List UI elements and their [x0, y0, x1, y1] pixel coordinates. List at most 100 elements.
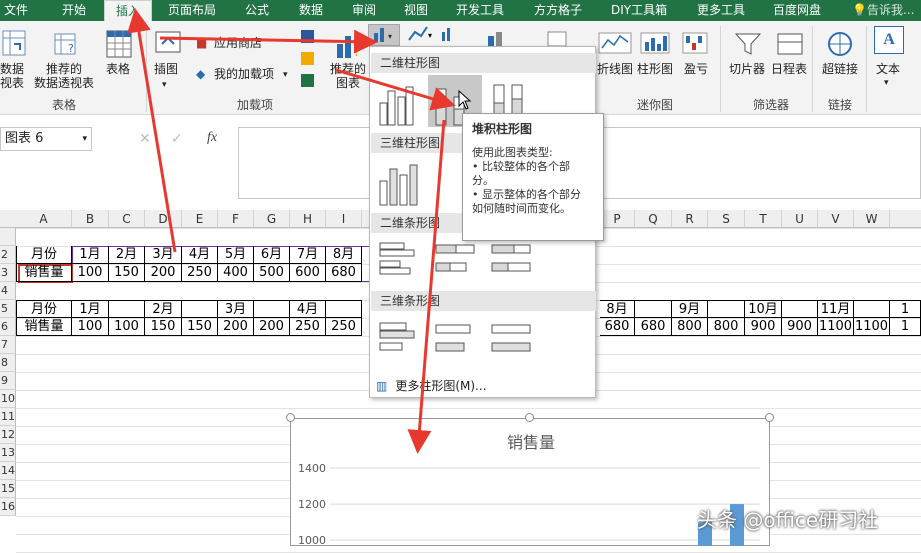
timeline-label[interactable]: 日程表 — [771, 62, 807, 76]
enter-check-icon[interactable]: ✓ — [171, 131, 183, 147]
table2-sales-cell[interactable]: 900 — [745, 318, 782, 336]
table2-sales-cell[interactable]: 800 — [708, 318, 745, 336]
table1-sales-cell[interactable]: 250 — [182, 264, 218, 282]
tab-home[interactable]: 开始 — [62, 0, 86, 21]
table2-sales-cell[interactable]: 1100 — [854, 318, 890, 336]
row-header[interactable]: 2 — [0, 246, 16, 264]
chevron-down-icon[interactable]: ▾ — [82, 128, 87, 150]
row-header[interactable]: 3 — [0, 264, 16, 282]
insert-function-icon[interactable]: fx — [207, 130, 217, 146]
row-header[interactable]: 16 — [0, 498, 16, 516]
row-header[interactable]: 13 — [0, 444, 16, 462]
table2-sales-cell[interactable]: 150 — [145, 318, 182, 336]
table2-sales-cell[interactable]: 200 — [254, 318, 290, 336]
tab-more-tools[interactable]: 更多工具 — [697, 0, 745, 21]
cancel-icon[interactable]: ✕ — [139, 131, 151, 147]
sparkline-winloss-label[interactable]: 盈亏 — [684, 62, 708, 76]
rec-pivot-label-1[interactable]: 推荐的 — [46, 62, 82, 76]
table1-month-cell[interactable]: 4月 — [182, 246, 218, 264]
table2-month-cell[interactable]: 1 — [890, 300, 921, 318]
slicer-icon[interactable] — [734, 30, 762, 58]
row-header[interactable]: 8 — [0, 354, 16, 372]
slicer-label[interactable]: 切片器 — [729, 62, 765, 76]
illustration-icon[interactable] — [154, 28, 182, 56]
table1-month-cell[interactable]: 月份 — [16, 246, 72, 264]
tab-insert[interactable]: 插入 — [104, 0, 152, 21]
column-header[interactable]: F — [218, 210, 254, 228]
table2-month-cell[interactable] — [326, 300, 362, 318]
table-icon[interactable] — [106, 30, 132, 58]
sparkline-line-label[interactable]: 折线图 — [597, 62, 633, 76]
column-header[interactable]: B — [72, 210, 109, 228]
table2-sales-cell[interactable]: 1 — [890, 318, 921, 336]
row-header[interactable] — [0, 228, 16, 246]
column-chart-button[interactable]: ▾ — [368, 24, 400, 46]
tab-review[interactable]: 审阅 — [352, 0, 376, 21]
tab-baidu-disk[interactable]: 百度网盘 — [773, 0, 821, 21]
table2-month-cell[interactable] — [635, 300, 672, 318]
table1-month-cell[interactable]: 2月 — [109, 246, 145, 264]
table2-sales-cell[interactable]: 250 — [326, 318, 362, 336]
sparkline-column-label[interactable]: 柱形图 — [637, 62, 673, 76]
table1-sales-cell[interactable]: 400 — [218, 264, 254, 282]
table2-month-cell[interactable] — [254, 300, 290, 318]
textbox-icon[interactable]: A — [874, 26, 904, 54]
row-header[interactable]: 9 — [0, 372, 16, 390]
table2-sales-cell[interactable]: 销售量 — [16, 318, 72, 336]
office-addins-icons[interactable] — [300, 28, 316, 92]
sparkline-line-icon[interactable] — [598, 32, 632, 54]
tab-page-layout[interactable]: 页面布局 — [168, 0, 216, 21]
column-header[interactable]: I — [326, 210, 362, 228]
column-header[interactable]: G — [254, 210, 290, 228]
chevron-down-icon[interactable]: ▾ — [162, 78, 167, 92]
chevron-down-icon[interactable]: ▾ — [884, 76, 889, 90]
table1-month-cell[interactable]: 6月 — [254, 246, 290, 264]
column-header[interactable]: W — [854, 210, 890, 228]
table2-month-cell[interactable]: 8月 — [600, 300, 635, 318]
tab-view[interactable]: 视图 — [404, 0, 428, 21]
table2-sales-cell[interactable]: 100 — [109, 318, 145, 336]
row-header[interactable]: 7 — [0, 336, 16, 354]
table2-month-cell[interactable]: 10月 — [745, 300, 782, 318]
rec-pivot-label-2[interactable]: 数据透视表 — [34, 76, 94, 90]
table1-sales-cell[interactable]: 500 — [254, 264, 290, 282]
name-box[interactable]: 图表 6 ▾ — [0, 127, 92, 151]
table1-month-cell[interactable]: 8月 — [326, 246, 362, 264]
table1-month-cell[interactable]: 3月 — [145, 246, 182, 264]
row-header[interactable]: 14 — [0, 462, 16, 480]
column-header[interactable]: S — [708, 210, 745, 228]
tab-file[interactable]: 文件 — [4, 0, 28, 21]
row-header[interactable]: 12 — [0, 426, 16, 444]
hyperlink-label[interactable]: 超链接 — [822, 62, 858, 76]
timeline-icon[interactable] — [776, 30, 804, 58]
row-header[interactable]: 4 — [0, 282, 16, 300]
row-header[interactable]: 15 — [0, 480, 16, 498]
table2-sales-cell[interactable]: 100 — [72, 318, 109, 336]
column-header[interactable]: U — [782, 210, 818, 228]
column-header[interactable]: E — [182, 210, 218, 228]
tab-diy-toolbox[interactable]: DIY工具箱 — [611, 0, 667, 21]
table2-month-cell[interactable]: 3月 — [218, 300, 254, 318]
table2-month-cell[interactable] — [182, 300, 218, 318]
table1-sales-cell[interactable]: 100 — [72, 264, 109, 282]
table2-month-cell[interactable]: 2月 — [145, 300, 182, 318]
row-header[interactable]: 6 — [0, 318, 16, 336]
sparkline-column-icon[interactable] — [640, 32, 670, 54]
table1-sales-cell[interactable]: 680 — [326, 264, 362, 282]
table1-sales-cell[interactable]: 200 — [145, 264, 182, 282]
hyperlink-icon[interactable] — [826, 30, 854, 58]
tell-me[interactable]: 💡告诉我... — [852, 0, 914, 21]
row-header[interactable]: 10 — [0, 390, 16, 408]
table2-sales-cell[interactable]: 150 — [182, 318, 218, 336]
table2-sales-cell[interactable]: 250 — [290, 318, 326, 336]
row-header[interactable]: 11 — [0, 408, 16, 426]
column-header[interactable]: A — [16, 210, 72, 228]
pivot-table-icon[interactable] — [2, 30, 26, 56]
more-column-charts-link[interactable]: ▥ 更多柱形图(M)... — [374, 377, 594, 395]
text-label[interactable]: 文本 — [876, 62, 900, 76]
table1-month-cell[interactable]: 5月 — [218, 246, 254, 264]
table2-month-cell[interactable] — [782, 300, 818, 318]
recommended-pivot-icon[interactable]: ? — [52, 30, 80, 58]
table2-sales-cell[interactable]: 680 — [635, 318, 672, 336]
column-header[interactable]: C — [109, 210, 145, 228]
